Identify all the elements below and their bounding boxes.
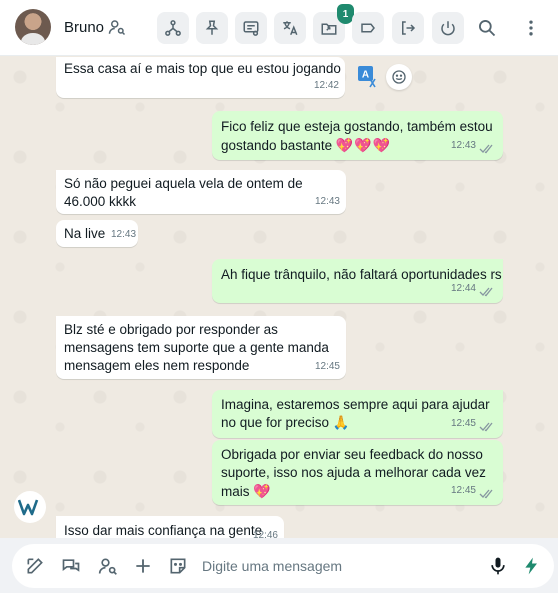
message-incoming[interactable]: Só não peguei aquela vela de ontem de 46…: [56, 170, 346, 214]
microphone-icon[interactable]: [488, 556, 508, 576]
composer-bar: [0, 538, 558, 593]
smiley-icon: [392, 70, 406, 84]
message-outgoing[interactable]: Fico feliz que esteja gostando, também e…: [212, 111, 503, 160]
message-time: 12:46: [252, 530, 278, 538]
heart-emoji: 💖💖💖: [335, 137, 392, 153]
share-network-icon: [165, 20, 181, 36]
translate-button[interactable]: [274, 12, 306, 44]
message-text: Essa casa aí e mais top que eu estou jog…: [64, 61, 341, 76]
translate-icon: [283, 21, 298, 36]
chat-messages-area[interactable]: Essa casa aí e mais top que eu estou jog…: [0, 57, 558, 538]
contact-avatar[interactable]: [15, 9, 51, 45]
message-time: 12:43: [111, 229, 137, 240]
contact-info-icon[interactable]: [108, 18, 126, 36]
label-button[interactable]: [352, 12, 384, 44]
translate-message-icon[interactable]: A: [357, 65, 381, 89]
message-incoming[interactable]: Blz sté e obrigado por responder as mens…: [56, 316, 346, 379]
attach-plus-icon[interactable]: [133, 556, 153, 576]
praying-hands-emoji: 🙏: [332, 415, 350, 430]
label-icon: [361, 23, 375, 33]
message-incoming[interactable]: Essa casa aí e mais top que eu estou jog…: [56, 57, 345, 98]
lightning-icon[interactable]: [522, 556, 542, 576]
contact-name[interactable]: Bruno: [64, 19, 104, 36]
message-time: 12:42: [313, 80, 339, 91]
quick-replies-icon[interactable]: [61, 556, 81, 576]
message-incoming[interactable]: Na live 12:43: [56, 220, 138, 247]
message-outgoing[interactable]: Ah fique trânquilo, não faltará oportuni…: [212, 259, 503, 303]
message-time: 12:45: [314, 361, 340, 372]
heart-emoji: 💖: [253, 483, 272, 499]
edit-icon[interactable]: [25, 556, 45, 576]
message-incoming[interactable]: Isso dar mais confiança na gente 12:46: [56, 516, 284, 538]
read-receipt-icon: [479, 287, 493, 297]
message-outgoing[interactable]: Obrigada por enviar seu feedback do noss…: [212, 440, 503, 505]
brand-logo-button[interactable]: [14, 491, 46, 523]
exit-icon: [402, 21, 416, 35]
exit-button[interactable]: [392, 12, 424, 44]
contacts-icon[interactable]: [98, 556, 118, 576]
svg-text:A: A: [362, 70, 369, 81]
brand-logo-icon: [18, 499, 39, 516]
search-icon[interactable]: [477, 18, 497, 38]
read-receipt-icon: [479, 144, 493, 154]
power-button[interactable]: [432, 12, 464, 44]
message-text: Blz sté e obrigado por responder as mens…: [64, 322, 329, 373]
message-text: Isso dar mais confiança na gente: [64, 523, 263, 538]
message-time: 12:43: [450, 140, 476, 151]
message-input[interactable]: [202, 554, 482, 578]
pin-icon: [205, 20, 219, 35]
read-receipt-icon: [479, 489, 493, 499]
read-receipt-icon: [479, 422, 493, 432]
pin-button[interactable]: [196, 12, 228, 44]
more-options-icon[interactable]: [521, 18, 541, 38]
message-text: Só não peguei aquela vela de ontem de 46…: [64, 176, 303, 209]
message-time: 12:44: [450, 283, 476, 294]
message-settings-icon: [243, 21, 259, 36]
message-outgoing[interactable]: Imagina, estaremos sempre aqui para ajud…: [212, 390, 503, 438]
message-time: 12:45: [450, 418, 476, 429]
message-text: Na live: [64, 226, 106, 241]
share-network-button[interactable]: [157, 12, 189, 44]
message-settings-button[interactable]: [235, 12, 267, 44]
react-emoji-button[interactable]: [386, 64, 412, 90]
sticker-icon[interactable]: [168, 556, 188, 576]
composer: [12, 544, 554, 588]
export-icon: [321, 23, 337, 35]
chat-header: Bruno 1: [0, 0, 558, 56]
message-time: 12:43: [314, 196, 340, 207]
power-icon: [441, 21, 455, 36]
message-time: 12:45: [450, 485, 476, 496]
